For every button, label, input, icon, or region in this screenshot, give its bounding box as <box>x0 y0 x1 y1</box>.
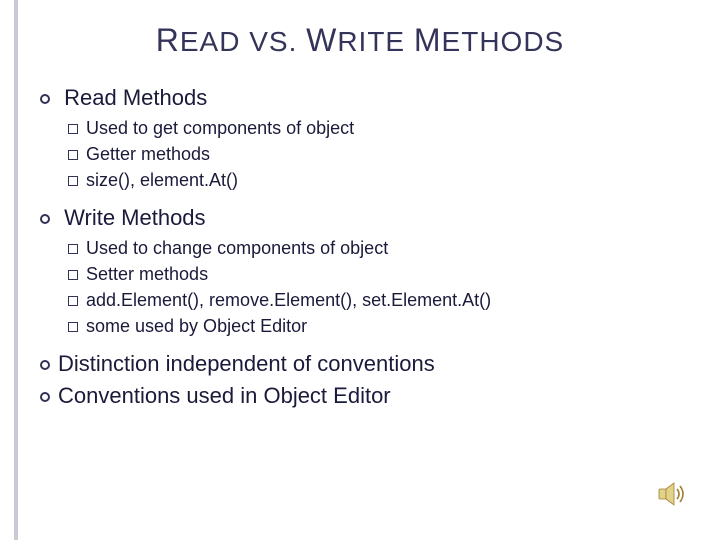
title-part: M <box>414 22 442 58</box>
list-item-label: Conventions used in Object Editor <box>58 383 391 408</box>
list-item: Used to change components of object <box>68 235 680 261</box>
list-item: size(), element.At() <box>68 167 680 193</box>
list-item-label: some used by Object Editor <box>86 316 307 336</box>
title-part: EAD VS. <box>180 26 306 57</box>
list-item-label: add.Element(), remove.Element(), set.Ele… <box>86 290 491 310</box>
list-item-label: Read Methods <box>64 85 207 110</box>
list-item-label: Write Methods <box>64 205 205 230</box>
title-part: ETHODS <box>442 26 565 57</box>
slide-title: READ VS. WRITE METHODS <box>40 22 680 59</box>
list-item: Used to get components of object <box>68 115 680 141</box>
list-item: add.Element(), remove.Element(), set.Ele… <box>68 287 680 313</box>
title-part: RITE <box>337 26 414 57</box>
list-item: Getter methods <box>68 141 680 167</box>
list-item: Read Methods Used to get components of o… <box>40 83 680 193</box>
list-item: Distinction independent of conventions <box>40 349 680 379</box>
list-item-label: Used to change components of object <box>86 238 388 258</box>
list-item-label: Distinction independent of conventions <box>58 351 435 376</box>
speaker-icon <box>658 480 688 508</box>
title-part: R <box>156 22 180 58</box>
sub-bullet-list: Used to change components of object Sett… <box>40 235 680 339</box>
bullet-list: Read Methods Used to get components of o… <box>40 83 680 410</box>
list-item-label: Used to get components of object <box>86 118 354 138</box>
list-item: Conventions used in Object Editor <box>40 381 680 411</box>
list-item: some used by Object Editor <box>68 313 680 339</box>
left-rule <box>14 0 18 540</box>
list-item: Setter methods <box>68 261 680 287</box>
list-item-label: Setter methods <box>86 264 208 284</box>
list-item: Write Methods Used to change components … <box>40 203 680 339</box>
sub-bullet-list: Used to get components of object Getter … <box>40 115 680 193</box>
slide: READ VS. WRITE METHODS Read Methods Used… <box>0 0 720 540</box>
list-item-label: size(), element.At() <box>86 170 238 190</box>
list-item-label: Getter methods <box>86 144 210 164</box>
title-part: W <box>306 22 337 58</box>
